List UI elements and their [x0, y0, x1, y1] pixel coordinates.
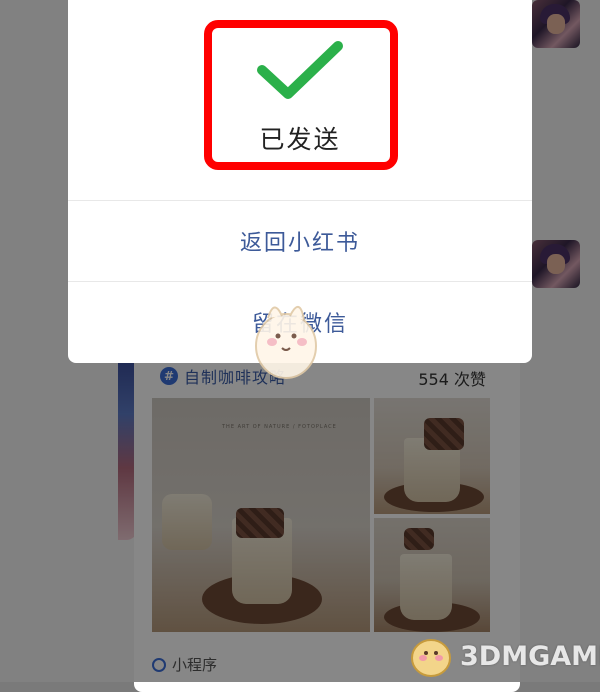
return-to-xiaohongshu-button[interactable]: 返回小红书 — [68, 201, 532, 281]
mascot-icon — [411, 639, 451, 677]
mascot-icon — [255, 306, 317, 379]
watermark-text: 3DMGAME — [460, 640, 600, 672]
watermark: 3DMGAME — [408, 634, 600, 678]
highlight-box — [204, 20, 398, 170]
